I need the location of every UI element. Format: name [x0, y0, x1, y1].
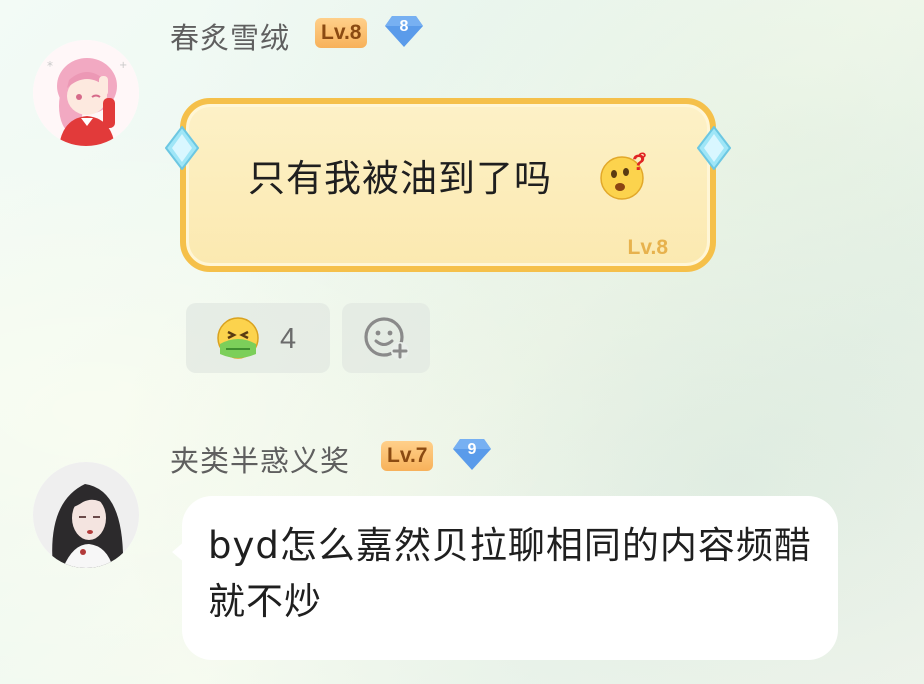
svg-text:*: *: [47, 59, 53, 73]
level-badge-2: Lv.7: [381, 441, 434, 471]
diamond-badge-2: 9: [452, 437, 492, 471]
diamond-level-1: 8: [399, 18, 409, 35]
add-reaction-button[interactable]: [342, 303, 430, 373]
reaction-count: 4: [280, 323, 297, 355]
diamond-badge-1: 8: [384, 14, 424, 48]
thinking-face-emoji: ? ?: [598, 148, 652, 202]
user-avatar-2[interactable]: [33, 462, 139, 568]
bubble-tail: [172, 540, 186, 564]
nauseated-face-icon: [214, 314, 262, 362]
message-bubble-1[interactable]: 只有我被油到了吗 ? ? Lv.8: [180, 98, 716, 272]
gem-left-icon: [165, 126, 199, 170]
message-bubble-2[interactable]: byd怎么嘉然贝拉聊相同的内容频醋就不炒: [172, 496, 838, 660]
level-badge-1: Lv.8: [315, 18, 368, 48]
svg-text:+: +: [119, 60, 127, 71]
username-2[interactable]: 夹类半惑义奖: [170, 438, 350, 480]
message-text-1: 只有我被油到了吗: [248, 157, 552, 200]
user-avatar-1[interactable]: * +: [33, 40, 139, 146]
bubble-level-label-1: Lv.8: [627, 236, 668, 259]
diamond-level-2: 9: [467, 441, 477, 458]
username-1[interactable]: 春炙雪绒: [170, 15, 290, 57]
reaction-nauseated-button[interactable]: 4: [186, 303, 330, 373]
smiley-plus-icon: [362, 315, 410, 361]
gem-right-icon: [697, 126, 731, 170]
svg-text:?: ?: [638, 149, 647, 165]
message-text-2: byd怎么嘉然贝拉聊相同的内容频醋就不炒: [208, 524, 812, 623]
